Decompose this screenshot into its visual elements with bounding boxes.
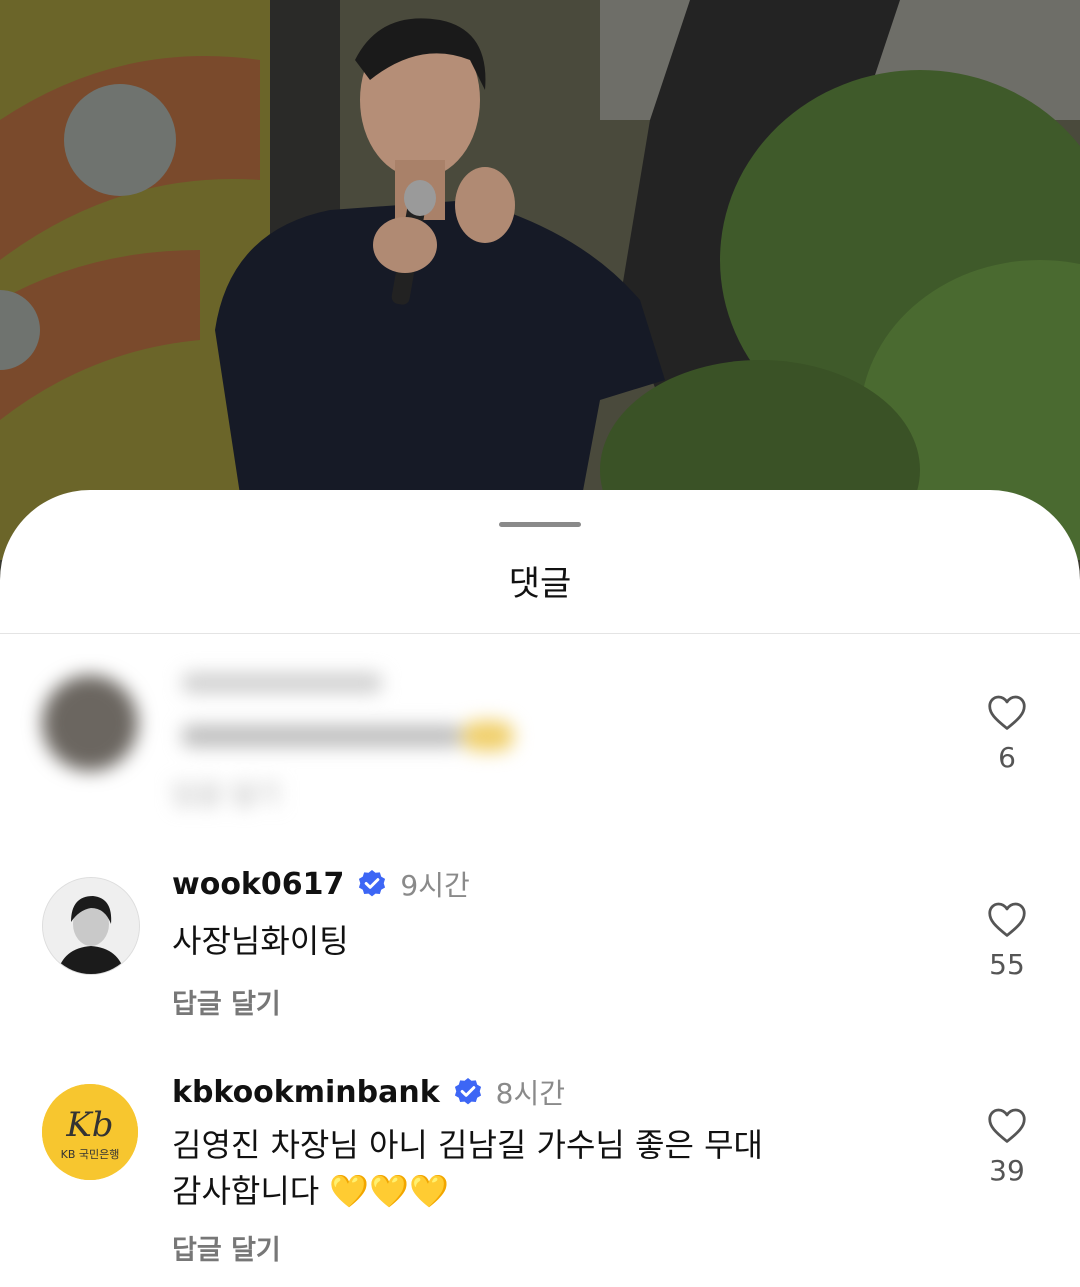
like-button[interactable]: 55 [966,900,1048,981]
timestamp: 9시간 [400,869,470,902]
svg-text:Kb: Kb [65,1105,113,1145]
username[interactable]: kbkookminbank [172,1075,440,1110]
comment-item: wook0617 9시간 사장님화이팅 답글 달기 55 [0,862,1080,1042]
heart-icon [988,695,1026,730]
timestamp: 8시간 [495,1077,566,1110]
heart-icon [988,1108,1026,1143]
divider [0,633,1080,634]
reply-button[interactable]: 답글 달기 [172,773,281,812]
reply-button[interactable]: 답글 달기 [172,982,281,1021]
comment-meta: wook0617 9시간 [172,862,470,906]
verified-badge-icon [454,1078,481,1105]
like-count: 6 [998,741,1016,774]
comment-item: Kb KB 국민은행 kbkookminbank 8시간 김영진 차장님 아니 … [0,1070,1080,1287]
comment-text-line: 감사합니다 💛💛💛 [172,1172,449,1210]
profile-photo [43,878,139,974]
username[interactable]: wook0617 [172,867,344,902]
post-photo [0,0,1080,560]
drag-handle[interactable] [499,522,581,527]
like-button[interactable]: 6 [966,693,1048,774]
kb-logo: Kb KB 국민은행 [42,1084,138,1180]
avatar[interactable] [42,675,138,771]
comment-text: 사장님화이팅 [172,922,349,960]
verified-badge-icon [359,870,386,897]
reply-button[interactable]: 답글 달기 [172,1228,281,1267]
heart-icon [988,902,1026,937]
comment-meta: kbkookminbank 8시간 [172,1070,565,1114]
svg-text:KB 국민은행: KB 국민은행 [61,1148,120,1161]
yellow-heart-emoji: 💛💛💛 [329,1172,449,1210]
sheet-title: 댓글 [508,564,572,604]
comment-text: 김영진 차장님 아니 김남길 가수님 좋은 무대 감사합니다 💛💛💛 [172,1122,872,1214]
comment-text-line: 김영진 차장님 아니 김남길 가수님 좋은 무대 [172,1126,763,1164]
like-count: 55 [989,948,1025,981]
comments-sheet: 댓글 답글 달기 6 wook0617 9시간 사장님화이팅 답글 달기 55 … [0,490,1080,1287]
avatar[interactable] [42,877,140,975]
avatar[interactable]: Kb KB 국민은행 [42,1084,138,1180]
like-count: 39 [989,1154,1025,1187]
like-button[interactable]: 39 [966,1106,1048,1187]
comment-item: 답글 달기 6 [0,635,1080,835]
